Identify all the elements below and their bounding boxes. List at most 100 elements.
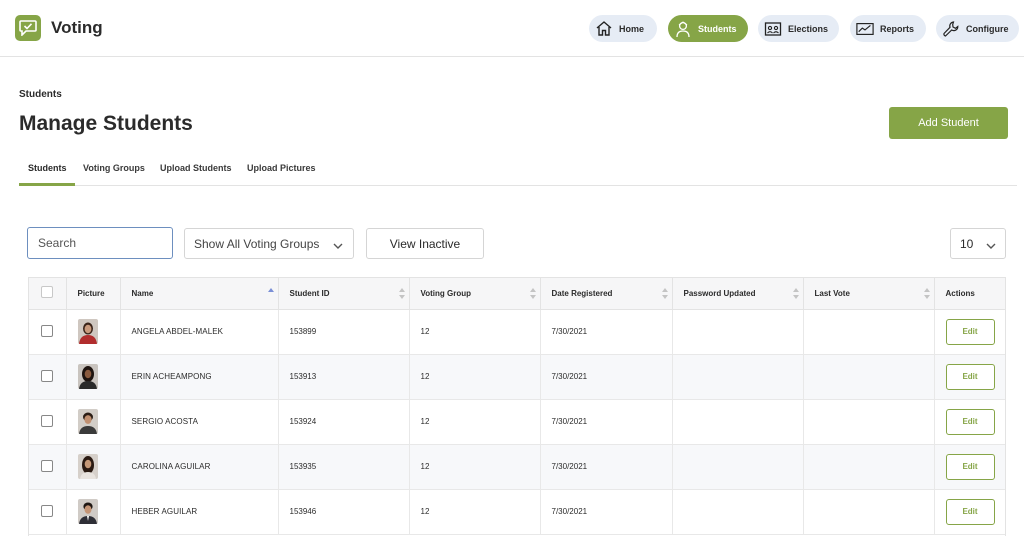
student-name: CAROLINA AGUILAR <box>120 444 279 490</box>
password-updated <box>672 399 804 445</box>
nav-label: Reports <box>880 23 915 34</box>
brand[interactable]: Voting <box>15 15 103 41</box>
breadcrumb: Students <box>19 89 62 100</box>
ballot-icon <box>764 20 782 38</box>
column-header-student-id[interactable]: Student ID <box>278 278 410 310</box>
last-vote <box>803 399 935 445</box>
row-checkbox[interactable] <box>41 324 53 337</box>
last-vote <box>803 309 935 355</box>
actions-cell: Edit <box>934 354 1005 400</box>
table-row: CAROLINA AGUILAR 153935 12 7/30/2021 Edi… <box>29 444 1005 490</box>
student-photo <box>77 364 98 389</box>
nav-label: Elections <box>788 23 829 34</box>
chevron-down-icon <box>333 239 343 253</box>
column-header-label: Student ID <box>289 288 330 298</box>
app-name: Voting <box>51 18 103 37</box>
column-header-name[interactable]: Name <box>120 278 279 310</box>
nav-home[interactable]: Home <box>589 15 657 42</box>
row-select-cell <box>29 354 67 400</box>
picture-cell <box>66 399 121 445</box>
nav-elections[interactable]: Elections <box>758 15 839 42</box>
row-checkbox[interactable] <box>41 369 53 382</box>
nav-students[interactable]: Students <box>668 15 748 42</box>
sort-icon <box>398 288 405 299</box>
wrench-icon <box>942 20 960 38</box>
select-all-cell <box>29 278 67 310</box>
student-name: ERIN ACHEAMPONG <box>120 354 279 400</box>
actions-cell: Edit <box>934 489 1005 535</box>
tab-upload-students[interactable]: Upload Students <box>160 163 232 173</box>
date-registered: 7/30/2021 <box>540 489 673 535</box>
table-row: ERIN ACHEAMPONG 153913 12 7/30/2021 Edit <box>29 354 1005 400</box>
voting-groups-select[interactable]: Show All Voting Groups <box>184 228 354 259</box>
student-icon <box>674 20 692 38</box>
column-header-date-registered[interactable]: Date Registered <box>540 278 673 310</box>
sort-icon <box>529 288 536 299</box>
chevron-down-icon <box>986 239 996 253</box>
row-select-cell <box>29 309 67 355</box>
picture-cell <box>66 489 121 535</box>
student-name: HEBER AGUILAR <box>120 489 279 535</box>
active-tab-indicator <box>19 183 75 186</box>
page-title: Manage Students <box>19 112 193 135</box>
edit-button[interactable]: Edit <box>945 363 995 390</box>
home-icon <box>595 20 613 38</box>
student-id: 153924 <box>278 399 410 445</box>
student-photo <box>77 409 98 434</box>
date-registered: 7/30/2021 <box>540 399 673 445</box>
page-size-select[interactable]: 10 <box>950 228 1006 259</box>
column-header-label: Voting Group <box>420 288 472 298</box>
select-all-checkbox[interactable] <box>41 286 53 299</box>
voting-group: 12 <box>409 354 541 400</box>
search-input[interactable] <box>27 227 173 259</box>
edit-button[interactable]: Edit <box>945 408 995 435</box>
column-header-picture: Picture <box>66 278 121 310</box>
edit-button[interactable]: Edit <box>945 318 995 345</box>
add-student-button[interactable]: Add Student <box>889 107 1008 139</box>
last-vote <box>803 354 935 400</box>
chart-icon <box>856 20 874 38</box>
view-inactive-button[interactable]: View Inactive <box>366 228 484 259</box>
actions-cell: Edit <box>934 309 1005 355</box>
student-photo <box>77 454 98 479</box>
nav-label: Home <box>619 23 645 34</box>
row-checkbox[interactable] <box>41 504 53 517</box>
date-registered: 7/30/2021 <box>540 444 673 490</box>
column-header-password-updated[interactable]: Password Updated <box>672 278 804 310</box>
column-header-label: Password Updated <box>683 288 756 298</box>
row-checkbox[interactable] <box>41 459 53 472</box>
password-updated <box>672 309 804 355</box>
column-header-actions: Actions <box>934 278 1005 310</box>
column-header-voting-group[interactable]: Voting Group <box>409 278 541 310</box>
picture-cell <box>66 444 121 490</box>
edit-button[interactable]: Edit <box>945 498 995 525</box>
nav-label: Configure <box>966 23 1009 34</box>
nav-configure[interactable]: Configure <box>936 15 1019 42</box>
row-checkbox[interactable] <box>41 414 53 427</box>
nav-reports[interactable]: Reports <box>850 15 926 42</box>
picture-cell <box>66 309 121 355</box>
tab-upload-pictures[interactable]: Upload Pictures <box>247 163 316 173</box>
last-vote <box>803 444 935 490</box>
page-size-value: 10 <box>960 236 974 251</box>
password-updated <box>672 489 804 535</box>
date-registered: 7/30/2021 <box>540 354 673 400</box>
sort-icon <box>661 288 668 299</box>
password-updated <box>672 444 804 490</box>
edit-button[interactable]: Edit <box>945 453 995 480</box>
student-name: SERGIO ACOSTA <box>120 399 279 445</box>
student-photo <box>77 319 98 344</box>
actions-cell: Edit <box>934 444 1005 490</box>
table-row: ANGELA ABDEL-MALEK 153899 12 7/30/2021 E… <box>29 309 1005 355</box>
column-header-last-vote[interactable]: Last Vote <box>803 278 935 310</box>
top-bar: Voting Home Students Elections Reports C… <box>0 0 1024 57</box>
table-row: HEBER AGUILAR 153946 12 7/30/2021 Edit <box>29 489 1005 535</box>
sort-ascending-icon <box>267 288 274 292</box>
tab-students[interactable]: Students <box>28 163 67 173</box>
column-header-label: Date Registered <box>551 288 613 298</box>
tab-bar: Students Voting Groups Upload Students U… <box>19 157 1017 186</box>
student-id: 153899 <box>278 309 410 355</box>
tab-voting-groups[interactable]: Voting Groups <box>83 163 145 173</box>
voting-group: 12 <box>409 489 541 535</box>
students-table: Picture Name Student ID Voting Group Dat… <box>28 277 1006 536</box>
